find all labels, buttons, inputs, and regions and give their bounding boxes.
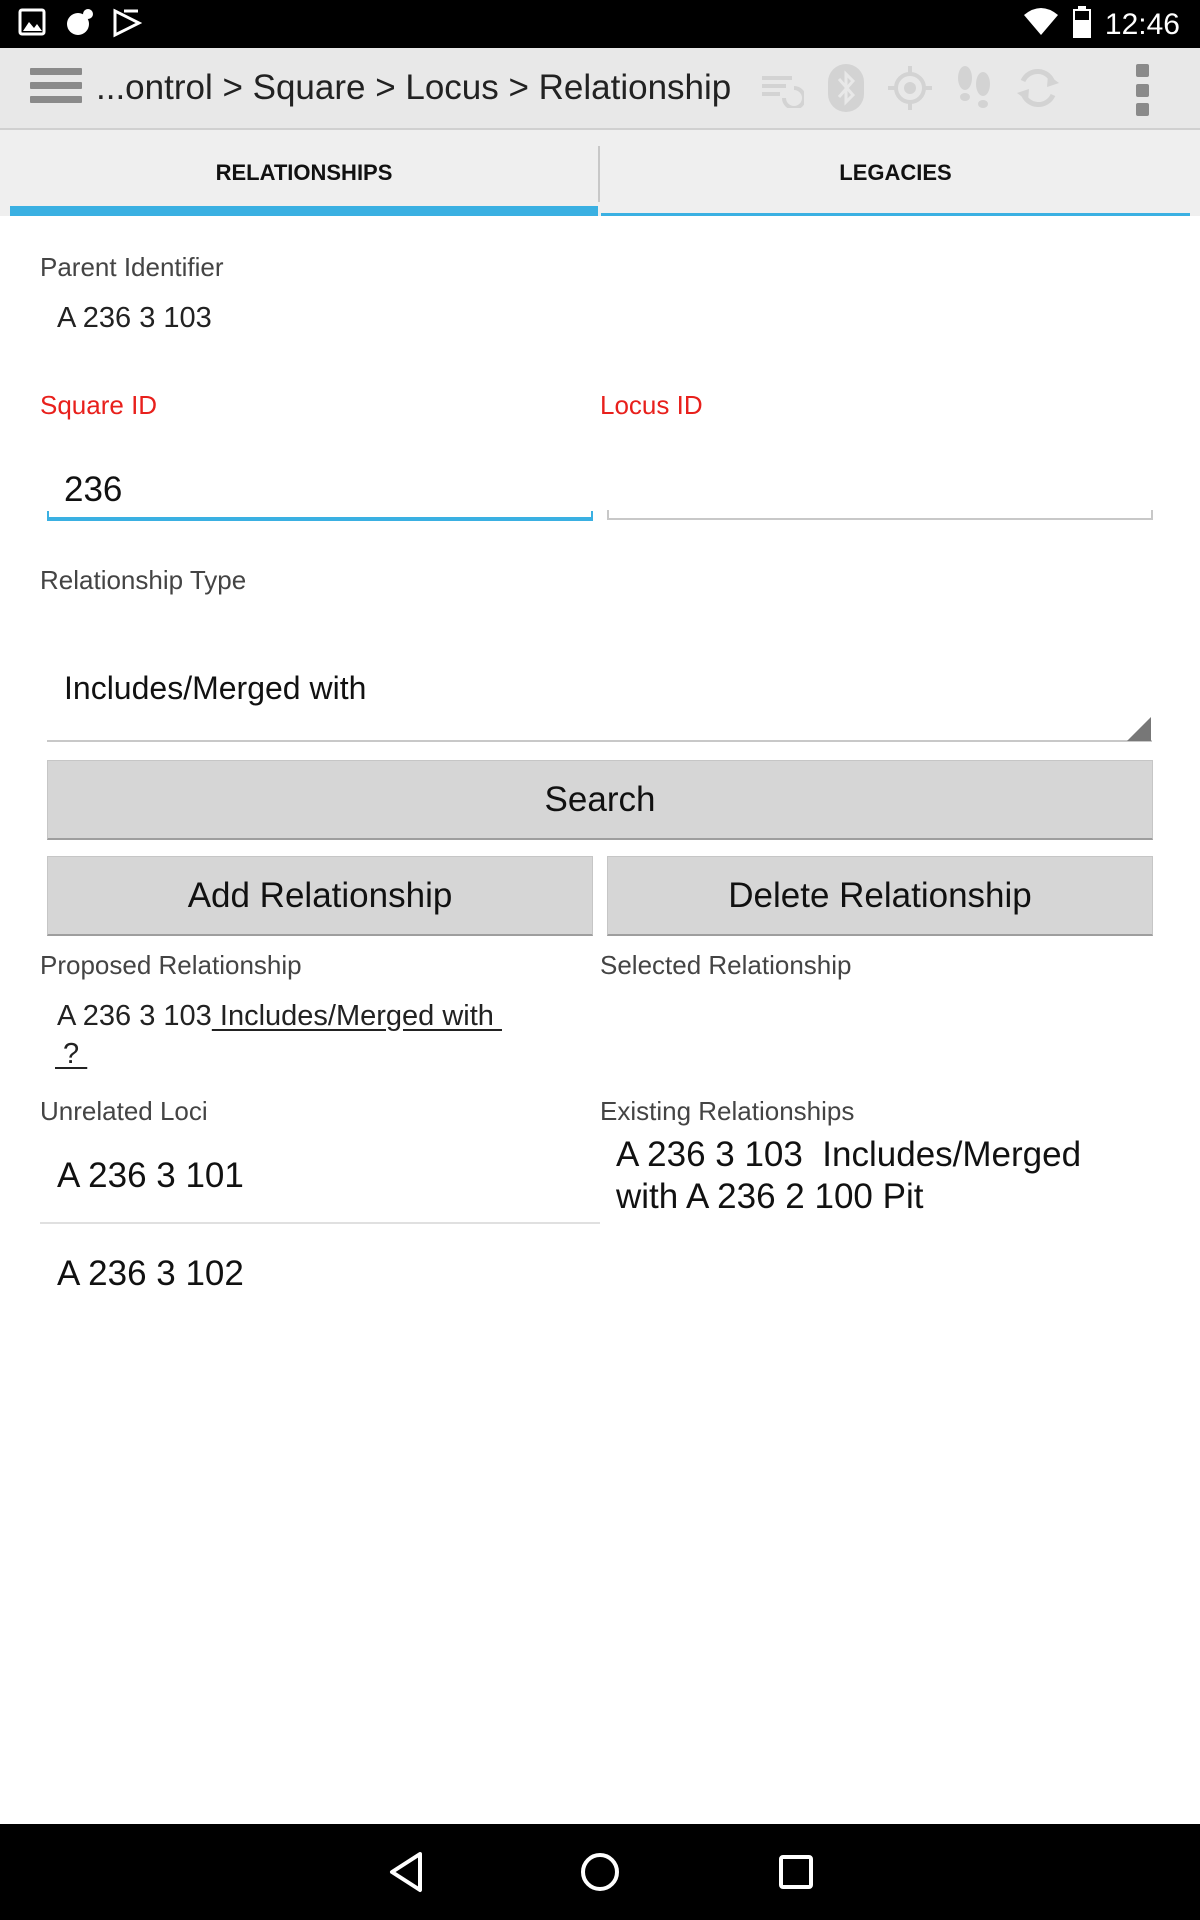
add-relationship-button-label: Add Relationship xyxy=(187,875,453,915)
relationship-type-spinner[interactable]: Includes/Merged with xyxy=(47,650,1152,742)
tab-legacies[interactable]: LEGACIES xyxy=(601,130,1190,216)
battery-icon xyxy=(1072,6,1091,43)
locus-id-label: Locus ID xyxy=(600,390,703,420)
proposed-prefix: A 236 3 103 xyxy=(57,1000,212,1032)
relationship-type-value: Includes/Merged with xyxy=(64,670,367,706)
selected-relationship-value xyxy=(600,990,1150,1070)
delete-relationship-button[interactable]: Delete Relationship xyxy=(607,856,1153,936)
action-bar: ...ontrol > Square > Locus > Relationshi… xyxy=(0,48,1200,130)
sync-icon[interactable] xyxy=(758,62,806,114)
relationship-type-label: Relationship Type xyxy=(40,565,247,595)
proposed-relationship-label: Proposed Relationship xyxy=(40,950,302,980)
image-icon xyxy=(18,8,46,43)
unrelated-loci-label: Unrelated Loci xyxy=(40,1096,208,1126)
recents-icon[interactable] xyxy=(770,1846,822,1898)
bluetooth-icon[interactable] xyxy=(822,62,870,114)
square-id-label: Square ID xyxy=(40,390,158,420)
list-item[interactable]: A 236 3 101 xyxy=(57,1156,244,1196)
navigation-bar xyxy=(0,1824,1200,1920)
proposed-type-link[interactable]: Includes/Merged with xyxy=(212,1000,502,1032)
footprints-icon[interactable] xyxy=(950,62,998,114)
menu-icon[interactable] xyxy=(30,68,82,110)
dropdown-arrow-icon xyxy=(1127,717,1151,741)
existing-relationships-label: Existing Relationships xyxy=(600,1096,855,1126)
tab-bar: RELATIONSHIPS LEGACIES xyxy=(0,130,1200,216)
parent-identifier-value: A 236 3 103 xyxy=(57,302,212,334)
status-bar: 12:46 xyxy=(0,0,1200,48)
clock: 12:46 xyxy=(1104,7,1180,41)
tab-legacies-label: LEGACIES xyxy=(839,160,952,185)
search-button-label: Search xyxy=(544,779,656,819)
refresh-icon[interactable] xyxy=(1014,62,1062,114)
gps-icon[interactable] xyxy=(886,62,934,114)
search-button[interactable]: Search xyxy=(47,760,1153,840)
back-icon[interactable] xyxy=(380,1846,432,1898)
play-store-icon xyxy=(112,8,143,43)
tab-selected-indicator xyxy=(10,206,598,216)
breadcrumb: ...ontrol > Square > Locus > Relationshi… xyxy=(96,68,732,107)
tab-divider xyxy=(598,146,600,202)
list-divider xyxy=(40,1222,600,1224)
overflow-menu-icon[interactable] xyxy=(1134,64,1150,116)
tab-relationships[interactable]: RELATIONSHIPS xyxy=(10,130,598,216)
home-icon[interactable] xyxy=(574,1846,626,1898)
weather-icon xyxy=(64,8,94,43)
existing-relationship-item[interactable]: A 236 3 103 Includes/Merged with A 236 2… xyxy=(616,1134,1136,1218)
add-relationship-button[interactable]: Add Relationship xyxy=(47,856,593,936)
square-id-input[interactable]: 236 xyxy=(64,470,122,510)
locus-id-underline xyxy=(607,510,1153,520)
tab-relationships-label: RELATIONSHIPS xyxy=(215,160,393,185)
wifi-icon xyxy=(1023,7,1059,42)
square-id-underline xyxy=(47,511,593,521)
proposed-target-link[interactable]: ? xyxy=(55,1038,87,1071)
parent-identifier-label: Parent Identifier xyxy=(40,252,224,282)
list-item[interactable]: A 236 3 102 xyxy=(57,1254,244,1294)
locus-id-input[interactable] xyxy=(620,470,1150,514)
delete-relationship-button-label: Delete Relationship xyxy=(728,875,1032,915)
selected-relationship-label: Selected Relationship xyxy=(600,950,852,980)
tab-underline xyxy=(601,213,1190,216)
spinner-underline xyxy=(47,740,1152,742)
proposed-relationship-text: A 236 3 103 Includes/Merged with xyxy=(57,1000,502,1033)
